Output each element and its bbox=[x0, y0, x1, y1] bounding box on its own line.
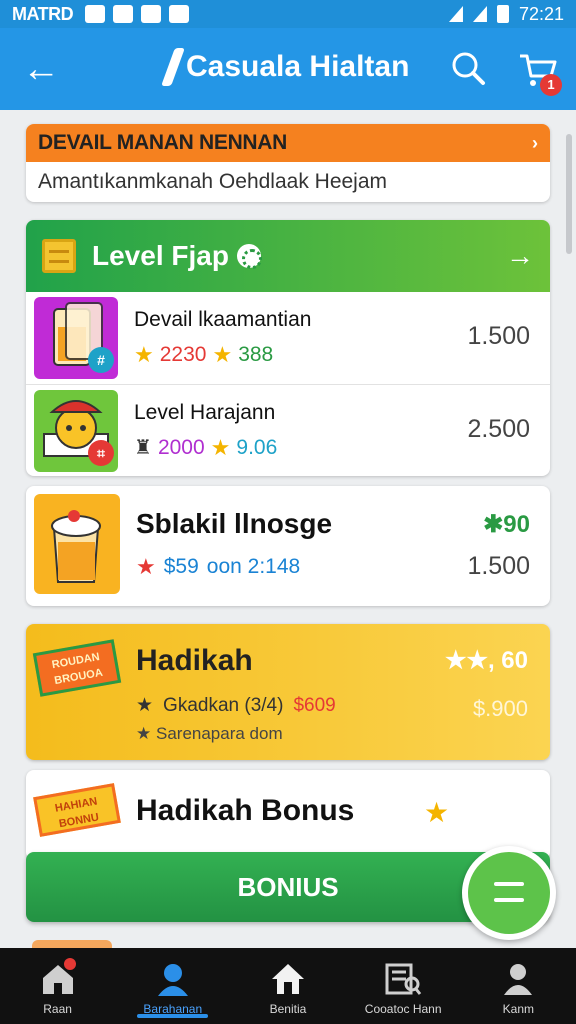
star-icon: ★ bbox=[212, 342, 233, 367]
level-card-header[interactable]: Level Fjap → bbox=[26, 220, 550, 292]
gift-detail-price: $609 bbox=[293, 694, 336, 716]
search-icon[interactable] bbox=[450, 50, 486, 86]
nav-item-catalog[interactable]: Cooatoc Hann bbox=[346, 948, 461, 1024]
next-card-peek bbox=[32, 940, 112, 948]
star-icon: ★ bbox=[134, 342, 154, 367]
list-item[interactable]: ⌗ Level Harajann ♜ 2000 ★ 9.06 2.500 bbox=[26, 384, 550, 476]
nav-label: Kanm bbox=[502, 1002, 535, 1016]
wifi-icon bbox=[448, 6, 463, 22]
back-arrow-icon[interactable]: ← bbox=[22, 50, 62, 90]
drink-thumbnail bbox=[34, 494, 120, 594]
item-badge: # bbox=[88, 347, 114, 373]
bonus-card[interactable]: HAHIAN BONNU Hadikah Bonus ★ bbox=[26, 770, 550, 860]
menu-icon bbox=[468, 852, 550, 934]
list-item-price: 2.500 bbox=[467, 415, 530, 443]
chevron-right-icon: › bbox=[532, 132, 538, 153]
person-icon bbox=[504, 964, 533, 995]
product-stat-value: $59 bbox=[163, 555, 199, 578]
notification-icon bbox=[85, 5, 106, 23]
bottom-nav: Raan Barahanan Benitia Cooatoc Hann Kanm bbox=[0, 948, 576, 1024]
scrollbar[interactable] bbox=[566, 134, 572, 254]
stat-primary: 2230 bbox=[159, 343, 207, 366]
app-icon bbox=[169, 5, 190, 23]
nav-label: Barahanan bbox=[143, 1002, 203, 1016]
list-item[interactable]: # Devail lkaamantian ★ 2230 ★ 388 1.500 bbox=[26, 292, 550, 384]
arrow-right-icon[interactable]: → bbox=[506, 240, 534, 272]
product-name: Sblakil llnosge bbox=[136, 508, 333, 539]
gift-detail-label: Gkadkan (3/4) bbox=[163, 694, 284, 716]
notification-dot bbox=[64, 958, 76, 970]
logo-icon bbox=[161, 48, 185, 86]
gift-subtext-label: Sarenapara dom bbox=[155, 724, 283, 743]
main-content[interactable]: DEVAIL MANAN NENNAN › Amantıkanmkanah Oe… bbox=[0, 110, 576, 948]
bonus-title: Hadikah Bonus bbox=[136, 794, 355, 827]
app-title: Casuala Hialtan bbox=[186, 50, 410, 83]
product-card[interactable]: Sblakil llnosge ★ $59 oon 2:148 ✱90 1.50… bbox=[26, 486, 550, 606]
stat-secondary: 9.06 bbox=[236, 435, 278, 459]
user-icon bbox=[157, 964, 188, 996]
clock: 72:21 bbox=[518, 3, 564, 24]
star-icon: ★ bbox=[210, 434, 231, 460]
nav-item-profile[interactable]: Barahanan bbox=[115, 948, 230, 1024]
gift-card[interactable]: ROUDAN BROUOA Hadikah ★★, 60 ★ Gkadkan (… bbox=[26, 624, 550, 760]
list-item-text: Devail lkaamantian ★ 2230 ★ 388 bbox=[134, 308, 311, 368]
house-icon bbox=[271, 964, 304, 994]
status-bar: MATRD 72:21 bbox=[0, 0, 576, 28]
badge-icon bbox=[236, 244, 262, 269]
list-item-price: 1.500 bbox=[467, 322, 530, 350]
nav-item-store[interactable]: Benitia bbox=[230, 948, 345, 1024]
list-icon bbox=[42, 239, 76, 273]
list-item-name: Devail lkaamantian bbox=[134, 308, 312, 331]
stat-primary: 2000 bbox=[157, 435, 205, 459]
promo-banner-title: DEVAIL MANAN NENNAN bbox=[38, 131, 288, 154]
star-icon: ★ bbox=[136, 695, 154, 716]
stat-secondary: 388 bbox=[238, 343, 274, 366]
cart-count-badge: 1 bbox=[540, 74, 562, 96]
list-item-text: Level Harajann ♜ 2000 ★ 9.06 bbox=[134, 401, 277, 461]
sync-icon bbox=[141, 5, 162, 23]
product-price: 1.500 bbox=[467, 552, 530, 580]
gift-price: $.900 bbox=[472, 696, 528, 721]
promo-banner-subtitle: Amantıkanmkanah Oehdlaak Heejam bbox=[38, 170, 388, 193]
nav-label: Raan bbox=[43, 1002, 72, 1016]
bonus-ribbon: HAHIAN BONNU bbox=[33, 783, 121, 837]
beer-mug-icon bbox=[51, 510, 101, 583]
star-icon: ★ bbox=[136, 724, 152, 743]
app-title-wrap: Casuala Hialtan bbox=[161, 48, 410, 86]
message-icon bbox=[113, 5, 134, 23]
level-card-title: Level Fjap bbox=[92, 240, 229, 271]
item-badge: ⌗ bbox=[88, 439, 114, 466]
nav-item-account[interactable]: Kanm bbox=[461, 948, 576, 1024]
gift-rating: ★★, 60 bbox=[444, 647, 528, 674]
level-card: Level Fjap → # Devail lkaamantian ★ 2230… bbox=[26, 220, 550, 476]
app-header: ← Casuala Hialtan 1 bbox=[0, 28, 576, 110]
gift-ribbon: ROUDAN BROUOA bbox=[32, 639, 122, 697]
signal-icon bbox=[472, 6, 487, 22]
gift-subtext: ★ Sarenapara dom bbox=[136, 724, 283, 744]
cup-icon: ♜ bbox=[134, 437, 152, 459]
list-item-name: Level Harajann bbox=[134, 400, 276, 424]
nav-item-home[interactable]: Raan bbox=[0, 948, 115, 1024]
carrier-name: MATRD bbox=[12, 3, 74, 24]
drink-thumbnail: # bbox=[34, 297, 118, 379]
list-item-stats: ♜ 2000 ★ 9.06 bbox=[134, 435, 277, 461]
catalog-search-icon bbox=[385, 963, 422, 995]
star-icon: ★ bbox=[424, 797, 450, 828]
star-icon: ★ bbox=[136, 554, 156, 579]
list-item-stats: ★ 2230 ★ 388 bbox=[134, 342, 311, 368]
promo-banner-header: DEVAIL MANAN NENNAN › bbox=[26, 124, 550, 162]
character-thumbnail: ⌗ bbox=[34, 389, 118, 472]
promo-banner[interactable]: DEVAIL MANAN NENNAN › Amantıkanmkanah Oe… bbox=[26, 124, 550, 202]
product-stat-text: oon 2:148 bbox=[206, 555, 301, 578]
product-stats: ★ $59 oon 2:148 bbox=[136, 554, 300, 580]
gift-detail: ★ Gkadkan (3/4) $609 bbox=[136, 694, 336, 717]
nav-label: Cooatoc Hann bbox=[364, 1002, 442, 1016]
gift-title: Hadikah bbox=[136, 644, 253, 677]
menu-fab-button[interactable] bbox=[462, 846, 556, 940]
battery-icon bbox=[496, 5, 509, 23]
nav-label: Benitia bbox=[269, 1002, 307, 1016]
product-tag: ✱90 bbox=[483, 511, 530, 538]
